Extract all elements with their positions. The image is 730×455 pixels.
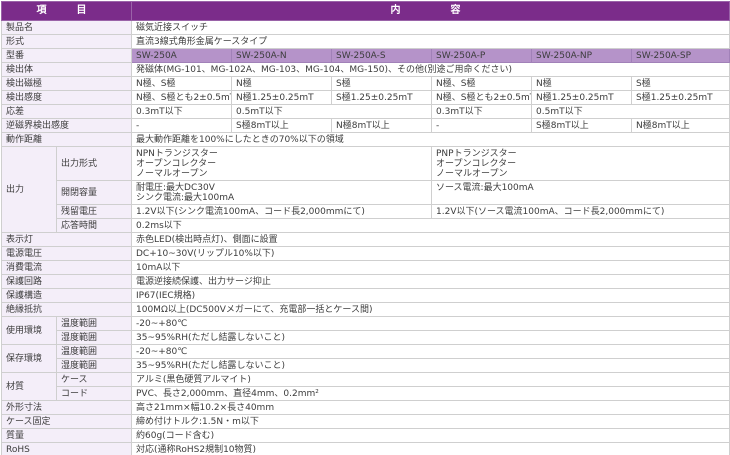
spec-value-detection-target: 発磁体(MG-101、MG-102A、MG-103、MG-104、MG-150)…	[132, 63, 730, 77]
spec-value-case-fixing: 締め付けトルク:1.5N・m以下	[132, 415, 730, 429]
spec-label-case-fixing: ケース固定	[2, 415, 132, 429]
reverse-field-cell-4: S極8mT以上	[532, 119, 632, 133]
sensitivity-cell-2: S極1.25±0.25mT	[332, 91, 432, 105]
model-cell-1: SW-250A-N	[232, 49, 332, 63]
spec-group-label-storage-environment: 保存環境	[2, 345, 57, 373]
spec-value-storage-temperature: -20~+80℃	[132, 345, 730, 359]
spec-label-reverse-field: 逆磁界検出感度	[2, 119, 132, 133]
spec-value-rohs: 対応(通称RoHS2規制10物質)	[132, 443, 730, 455]
spec-sublabel-material-cord: コード	[57, 387, 132, 401]
spec-value-material-cord: PVC、長さ2,000mm、直径4mm、0.2mm²	[132, 387, 730, 401]
detection-pole-cell-3: N極、S極	[432, 77, 532, 91]
spec-sublabel-residual-voltage: 残留電圧	[57, 205, 132, 219]
spec-sublabel-storage-temperature: 温度範囲	[57, 345, 132, 359]
sensitivity-cell-0: N極、S極とも2±0.5mT	[132, 91, 232, 105]
spec-label-indicator: 表示灯	[2, 233, 132, 247]
spec-value-insulation-resistance: 100MΩ以上(DC500Vメガーにて、充電部一括とケース間)	[132, 303, 730, 317]
spec-value-protection-rating: IP67(IEC規格)	[132, 289, 730, 303]
spec-group-label-operating-environment: 使用環境	[2, 317, 57, 345]
spec-group-label-output: 出力	[2, 147, 57, 233]
sensitivity-cell-1: N極1.25±0.25mT	[232, 91, 332, 105]
spec-table: 項 目 内 容 製品名 磁気近接スイッチ 形式 直流3線式角形金属ケースタイプ …	[1, 1, 730, 455]
spec-label-weight: 質量	[2, 429, 132, 443]
model-cell-5: SW-250A-SP	[632, 49, 730, 63]
hysteresis-cell-2: 0.3mT以下	[432, 105, 532, 119]
spec-value-protection-circuit: 電源逆接続保護、出力サージ抑止	[132, 275, 730, 289]
spec-label-rohs: RoHS	[2, 443, 132, 455]
spec-sublabel-response-time: 応答時間	[57, 219, 132, 233]
detection-pole-cell-4: N極	[532, 77, 632, 91]
detection-pole-cell-2: S極	[332, 77, 432, 91]
spec-label-detection-pole: 検出磁極	[2, 77, 132, 91]
spec-label-detection-target: 検出体	[2, 63, 132, 77]
detection-pole-cell-1: N極	[232, 77, 332, 91]
spec-value-switching-capacity-source: ソース電流:最大100mA	[432, 181, 730, 205]
spec-value-residual-voltage-source: 1.2V以下(ソース電流100mA、コード長2,000mmにて)	[432, 205, 730, 219]
reverse-field-cell-0: -	[132, 119, 232, 133]
spec-value-power-voltage: DC+10~30V(リップル10%以下)	[132, 247, 730, 261]
spec-value-residual-voltage-sink: 1.2V以下(シンク電流100mA、コード長2,000mmにて)	[132, 205, 432, 219]
spec-value-format: 直流3線式角形金属ケースタイプ	[132, 35, 730, 49]
spec-sublabel-storage-humidity: 湿度範囲	[57, 359, 132, 373]
spec-value-product-name: 磁気近接スイッチ	[132, 21, 730, 35]
spec-value-operating-temperature: -20~+80℃	[132, 317, 730, 331]
sensitivity-cell-4: N極1.25±0.25mT	[532, 91, 632, 105]
model-cell-2: SW-250A-S	[332, 49, 432, 63]
detection-pole-cell-0: N極、S極	[132, 77, 232, 91]
reverse-field-cell-1: S極8mT以上	[232, 119, 332, 133]
spec-label-operating-range: 動作距離	[2, 133, 132, 147]
hysteresis-cell-1: 0.5mT以下	[232, 105, 432, 119]
spec-label-model: 型番	[2, 49, 132, 63]
reverse-field-cell-3: -	[432, 119, 532, 133]
spec-label-format: 形式	[2, 35, 132, 49]
spec-label-protection-circuit: 保護回路	[2, 275, 132, 289]
spec-value-response-time: 0.2ms以下	[132, 219, 730, 233]
spec-value-current-consumption: 10mA以下	[132, 261, 730, 275]
spec-sublabel-operating-humidity: 湿度範囲	[57, 331, 132, 345]
column-header-content: 内 容	[132, 2, 730, 21]
spec-label-power-voltage: 電源電圧	[2, 247, 132, 261]
spec-value-weight: 約60g(コード含む)	[132, 429, 730, 443]
spec-sublabel-switching-capacity: 開閉容量	[57, 181, 132, 205]
sensitivity-cell-5: S極1.25±0.25mT	[632, 91, 730, 105]
spec-value-switching-capacity-sink: 耐電圧:最大DC30V シンク電流:最大100mA	[132, 181, 432, 205]
spec-label-protection-rating: 保護構造	[2, 289, 132, 303]
sensitivity-cell-3: N極、S極とも2±0.5mT	[432, 91, 532, 105]
spec-value-operating-range: 最大動作距離を100%にしたときの70%以下の領域	[132, 133, 730, 147]
spec-group-label-material: 材質	[2, 373, 57, 401]
spec-value-dimensions: 高さ21mm×幅10.2×長さ40mm	[132, 401, 730, 415]
spec-value-indicator: 赤色LED(検出時点灯)、側面に設置	[132, 233, 730, 247]
reverse-field-cell-2: N極8mT以上	[332, 119, 432, 133]
spec-label-dimensions: 外形寸法	[2, 401, 132, 415]
spec-sublabel-material-case: ケース	[57, 373, 132, 387]
spec-value-material-case: アルミ(黒色硬質アルマイト)	[132, 373, 730, 387]
model-cell-0: SW-250A	[132, 49, 232, 63]
spec-label-sensitivity: 検出感度	[2, 91, 132, 105]
model-cell-3: SW-250A-P	[432, 49, 532, 63]
spec-label-hysteresis: 応差	[2, 105, 132, 119]
hysteresis-cell-3: 0.5mT以下	[532, 105, 730, 119]
column-header-item: 項 目	[2, 2, 132, 21]
model-cell-4: SW-250A-NP	[532, 49, 632, 63]
spec-label-insulation-resistance: 絶縁抵抗	[2, 303, 132, 317]
spec-sublabel-operating-temperature: 温度範囲	[57, 317, 132, 331]
spec-value-storage-humidity: 35~95%RH(ただし結露しないこと)	[132, 359, 730, 373]
reverse-field-cell-5: N極8mT以上	[632, 119, 730, 133]
spec-value-operating-humidity: 35~95%RH(ただし結露しないこと)	[132, 331, 730, 345]
spec-label-current-consumption: 消費電流	[2, 261, 132, 275]
detection-pole-cell-5: S極	[632, 77, 730, 91]
spec-value-output-type-npn: NPNトランジスター オープンコレクター ノーマルオープン	[132, 147, 432, 181]
hysteresis-cell-0: 0.3mT以下	[132, 105, 232, 119]
spec-value-output-type-pnp: PNPトランジスター オープンコレクター ノーマルオープン	[432, 147, 730, 181]
spec-sublabel-output-type: 出力形式	[57, 147, 132, 181]
spec-label-product-name: 製品名	[2, 21, 132, 35]
